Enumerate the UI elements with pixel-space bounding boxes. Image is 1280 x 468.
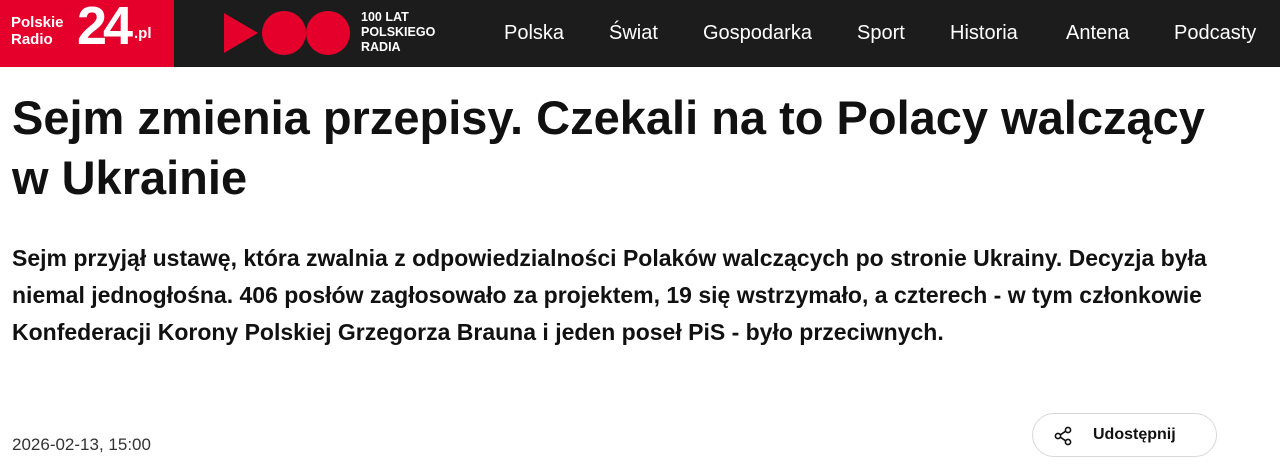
main-nav: Polska Świat Gospodarka Sport Historia A… xyxy=(0,0,1280,67)
nav-item-historia[interactable]: Historia xyxy=(950,20,1018,46)
article-title: Sejm zmienia przepisy. Czekali na to Pol… xyxy=(12,91,1205,204)
nav-item-antena[interactable]: Antena xyxy=(1066,20,1129,46)
top-navigation-bar: Polskie Radio 24 .pl 100 LAT POLSKIEGO R… xyxy=(0,0,1280,67)
share-button[interactable]: Udostępnij xyxy=(1032,413,1217,457)
nav-item-podcasty[interactable]: Podcasty xyxy=(1174,20,1256,46)
article-date: 2026-02-13, 15:00 xyxy=(12,435,151,454)
share-icon xyxy=(1054,426,1072,446)
nav-item-swiat[interactable]: Świat xyxy=(609,20,658,46)
nav-item-polska[interactable]: Polska xyxy=(504,20,564,46)
nav-item-sport[interactable]: Sport xyxy=(857,20,905,46)
article-lead: Sejm przyjął ustawę, która zwalnia z odp… xyxy=(12,245,1207,345)
nav-item-gospodarka[interactable]: Gospodarka xyxy=(703,20,812,46)
share-button-label: Udostępnij xyxy=(1093,426,1176,443)
